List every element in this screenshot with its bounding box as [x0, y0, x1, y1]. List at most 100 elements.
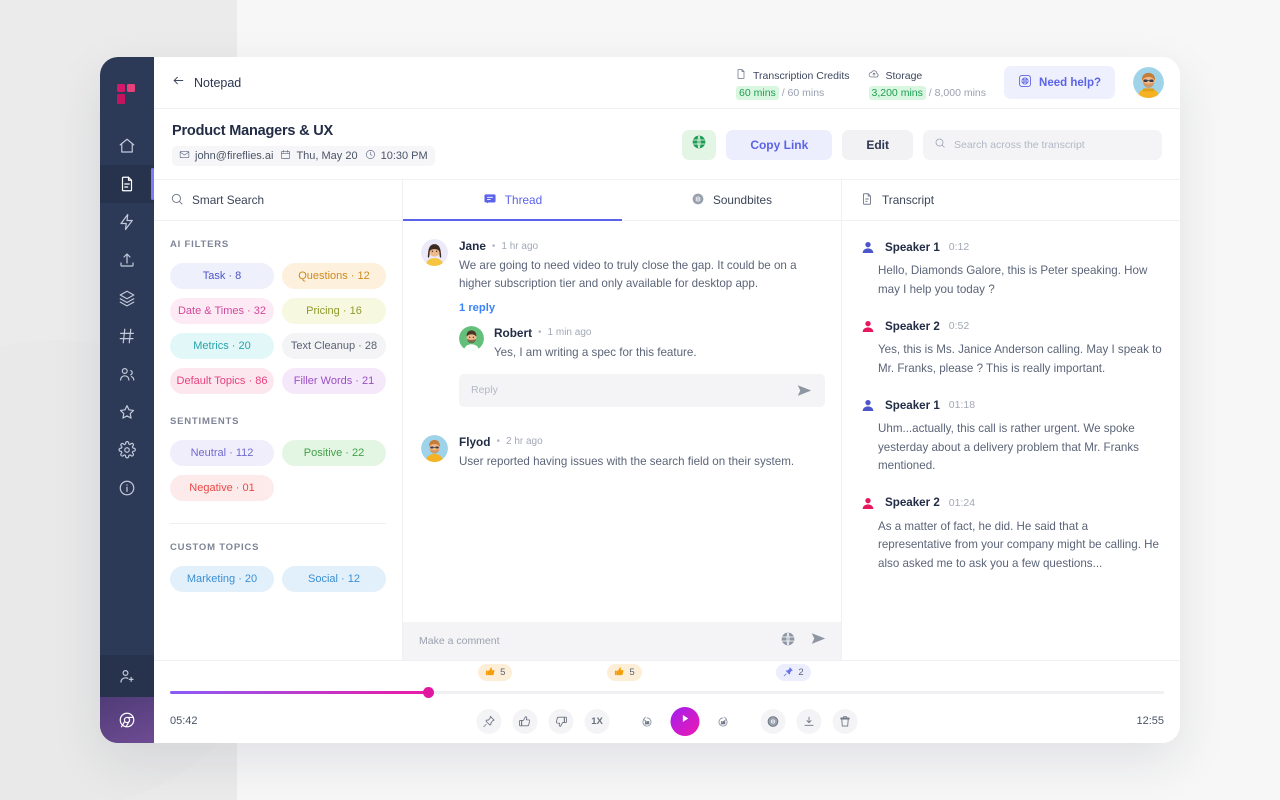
sidebar-item-channels[interactable] — [100, 317, 154, 355]
thumbs-up-button[interactable] — [512, 708, 538, 734]
copy-link-button[interactable]: Copy Link — [726, 129, 833, 160]
tab-smart-search[interactable]: Smart Search — [154, 180, 403, 220]
sidebar-bottom-group — [100, 655, 154, 743]
transcript-entry[interactable]: Speaker 2 01:24 As a matter of fact, he … — [860, 495, 1164, 574]
send-icon[interactable] — [796, 382, 813, 399]
thumbs-down-button[interactable] — [548, 708, 574, 734]
sidebar-item-upload[interactable] — [100, 241, 154, 279]
sidebar-item-favorites[interactable] — [100, 393, 154, 431]
share-globe-button[interactable] — [682, 129, 717, 160]
forward-15-button[interactable]: 15 — [711, 709, 736, 734]
thread-message-body: Jane • 1 hr ago We are going to need vid… — [459, 239, 825, 407]
sentiment-pill-label: Negative · 01 — [189, 482, 255, 494]
app-window: Notepad Transcription Credits 60 mins / — [100, 57, 1180, 743]
transcript-entry[interactable]: Speaker 1 0:12 Hello, Diamonds Galore, t… — [860, 239, 1164, 299]
transcript-search-input[interactable] — [954, 138, 1151, 151]
meeting-time-label: 10:30 PM — [380, 150, 428, 162]
reaction-marker-thumbs-up[interactable]: 5 — [607, 664, 642, 681]
custom-topic-pill[interactable]: Marketing · 20 — [170, 566, 274, 592]
app-sidebar — [100, 57, 154, 743]
filter-pill[interactable]: Default Topics · 86 — [170, 368, 274, 394]
reaction-marker-thumbs-up[interactable]: 5 — [478, 664, 513, 681]
custom-topic-pill-label: Marketing · 20 — [186, 573, 258, 585]
transcript-entry-header: Speaker 1 01:18 — [860, 397, 1164, 413]
edit-button[interactable]: Edit — [842, 129, 913, 160]
sidebar-item-lightning[interactable] — [100, 203, 154, 241]
playback-rate-button[interactable]: 1X — [584, 708, 610, 734]
transcript-search[interactable] — [923, 129, 1162, 160]
pin-button[interactable] — [476, 708, 502, 734]
sidebar-item-layers[interactable] — [100, 279, 154, 317]
tab-transcript[interactable]: Transcript — [842, 180, 1180, 220]
transcript-speaker-name: Speaker 2 — [885, 496, 940, 510]
user-avatar[interactable] — [1133, 67, 1164, 98]
sidebar-item-settings[interactable] — [100, 431, 154, 469]
back-button[interactable]: Notepad — [172, 74, 241, 92]
filter-pill[interactable]: Filler Words · 21 — [282, 368, 386, 394]
reply-input-box[interactable] — [459, 373, 825, 407]
thread-messages: Jane • 1 hr ago We are going to need vid… — [403, 221, 841, 622]
comment-bar[interactable] — [403, 622, 841, 660]
filter-pill[interactable]: Date & Times · 32 — [170, 298, 274, 324]
delete-button[interactable] — [832, 708, 858, 734]
filter-pill[interactable]: Pricing · 16 — [282, 298, 386, 324]
sidebar-item-invite-teammate[interactable] — [100, 655, 154, 697]
sidebar-item-info[interactable] — [100, 469, 154, 507]
seek-bar[interactable] — [170, 685, 1164, 699]
need-help-button[interactable]: Need help? — [1004, 66, 1115, 99]
comment-input[interactable] — [419, 635, 766, 647]
reply-input[interactable] — [471, 384, 796, 397]
meeting-email-label: john@fireflies.ai — [195, 150, 274, 162]
filter-pill[interactable]: Task · 8 — [170, 263, 274, 289]
filter-pill-label: Date & Times · 32 — [177, 305, 267, 317]
globe-icon[interactable] — [780, 631, 796, 652]
main-area: Notepad Transcription Credits 60 mins / — [154, 57, 1180, 743]
sidebar-item-teammates[interactable] — [100, 355, 154, 393]
seek-handle[interactable] — [423, 687, 435, 698]
content-columns: AI FILTERS Task · 8 Questions · 12 Date … — [154, 221, 1180, 660]
reaction-marker-pin[interactable]: 2 — [776, 664, 811, 681]
view-replies-link[interactable]: 1 reply — [459, 302, 825, 314]
thread-panel: Jane • 1 hr ago We are going to need vid… — [403, 221, 842, 660]
sentiment-pill[interactable]: Neutral · 112 — [170, 440, 274, 466]
transcription-credits-head: Transcription Credits — [735, 67, 850, 85]
transcript-entry-header: Speaker 2 01:24 — [860, 495, 1164, 511]
meeting-header-left: Product Managers & UX john@fireflies.ai — [172, 123, 435, 166]
filter-pill-label: Text Cleanup · 28 — [290, 340, 378, 352]
send-icon[interactable] — [810, 630, 827, 652]
filter-pill[interactable]: Text Cleanup · 28 — [282, 333, 386, 359]
sidebar-item-notepad[interactable] — [100, 165, 154, 203]
ai-filters-title: AI FILTERS — [170, 239, 230, 250]
sidebar-item-home[interactable] — [100, 127, 154, 165]
thread-reply: Robert • 1 min ago Yes, I am writing a s… — [459, 325, 825, 362]
play-button[interactable] — [670, 706, 700, 736]
thread-message-author: Flyod — [459, 434, 491, 449]
transcript-timestamp: 01:24 — [948, 496, 976, 509]
sidebar-item-browser-extension[interactable] — [100, 697, 154, 743]
transcript-timestamp: 0:12 — [948, 241, 970, 253]
transcript-entry[interactable]: Speaker 2 0:52 Yes, this is Ms. Janice A… — [860, 318, 1164, 378]
transcript-entry[interactable]: Speaker 1 01:18 Uhm...actually, this cal… — [860, 397, 1164, 476]
filter-pill[interactable]: Metrics · 20 — [170, 333, 274, 359]
custom-topic-pill[interactable]: Social · 12 — [282, 566, 386, 592]
sentiment-pill-label: Neutral · 112 — [190, 447, 254, 459]
rewind-15-button[interactable]: 15 — [635, 709, 660, 734]
thumbs-up-icon — [614, 666, 625, 680]
thread-message-header: Jane • 1 hr ago — [459, 239, 825, 253]
tab-transcript-label: Transcript — [882, 193, 935, 207]
tab-thread[interactable]: Thread — [403, 180, 622, 221]
transcript-timestamp: 01:18 — [948, 399, 976, 412]
audio-player: 5 5 2 05:42 1X 15 15 12:55 — [154, 660, 1180, 743]
transcript-text: Yes, this is Ms. Janice Anderson calling… — [878, 343, 1162, 375]
download-button[interactable] — [796, 708, 822, 734]
sentiment-pill[interactable]: Negative · 01 — [170, 475, 274, 501]
thread-message-author: Jane — [459, 239, 486, 253]
back-button-label: Notepad — [194, 75, 242, 90]
transcript-speaker-name: Speaker 1 — [885, 398, 940, 412]
sentiment-pill[interactable]: Positive · 22 — [282, 440, 386, 466]
soundbite-button[interactable] — [760, 708, 786, 734]
speaker-icon — [860, 397, 876, 413]
filter-pill[interactable]: Questions · 12 — [282, 263, 386, 289]
tab-soundbites[interactable]: Soundbites — [622, 180, 842, 220]
svg-text:15: 15 — [645, 721, 649, 725]
